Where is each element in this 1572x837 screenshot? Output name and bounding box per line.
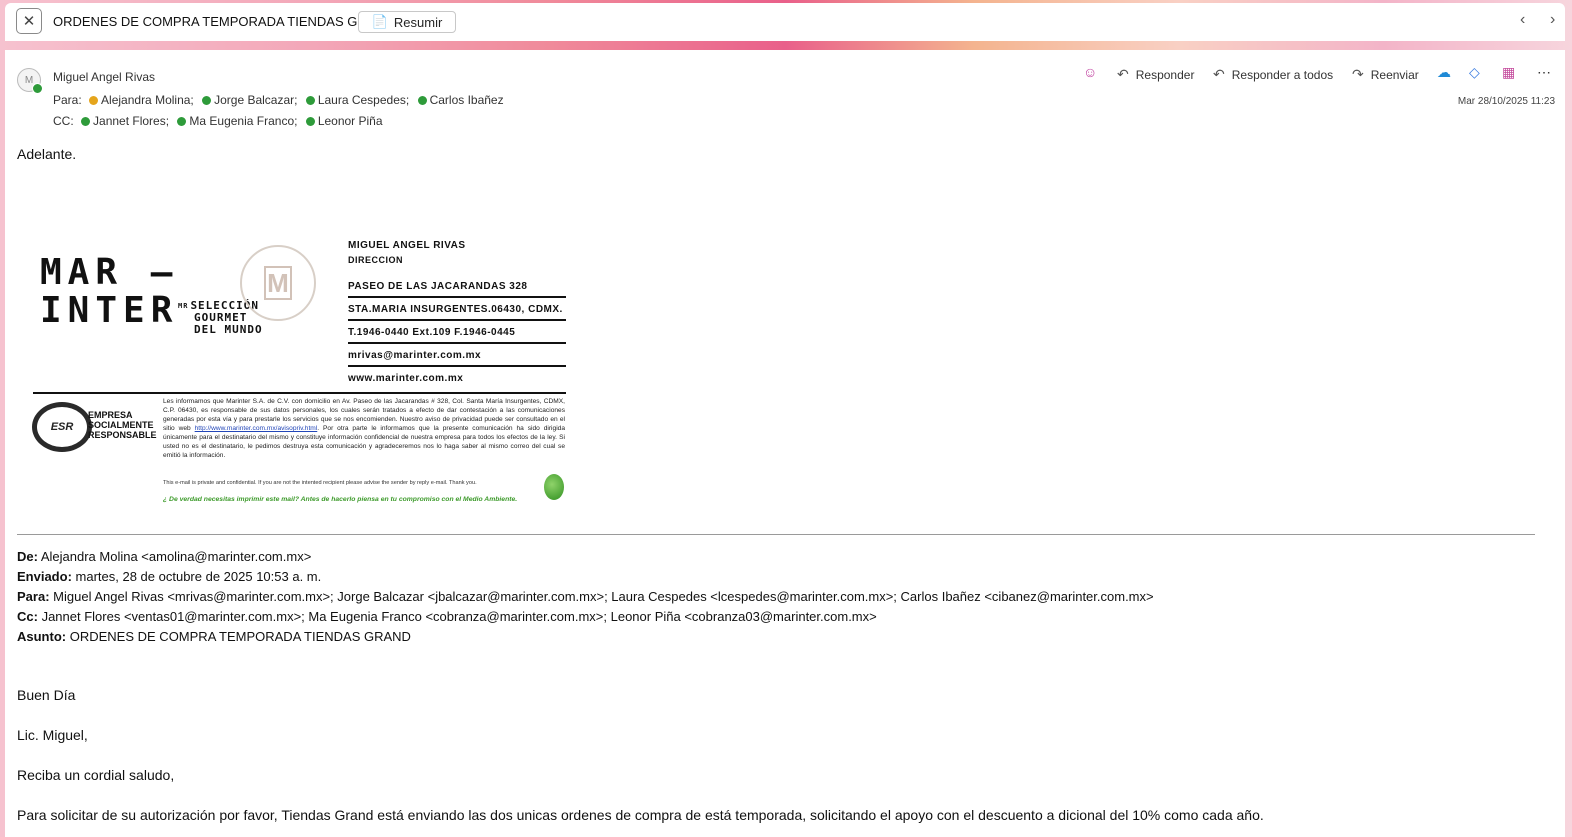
summarize-button[interactable]: 📄 Resumir [358, 11, 456, 33]
sender-name[interactable]: Miguel Angel Rivas [53, 70, 155, 84]
marinter-logo: MAR – INTER [40, 252, 179, 331]
chevron-right-icon[interactable]: › [1550, 11, 1555, 29]
forward-icon: ↷ [1352, 66, 1364, 82]
reply-all-icon: ↶ [1213, 66, 1225, 82]
signature-phone: T.1946-0440 Ext.109 F.1946-0445 [348, 327, 566, 344]
reply-all-button[interactable]: ↶ Responder a todos [1213, 66, 1333, 83]
fwd-cc: Cc: Jannet Flores <ventas01@marinter.com… [17, 609, 877, 624]
esr-label: EMPRESA SOCIALMENTE RESPONSABLE [88, 410, 157, 440]
reply-icon: ↶ [1117, 66, 1129, 82]
signature-title: DIRECCION [348, 255, 404, 265]
fwd-from: De: Alejandra Molina <amolina@marinter.c… [17, 549, 312, 564]
loop-icon[interactable]: ◇ [1469, 64, 1480, 81]
close-icon[interactable]: ✕ [16, 8, 42, 34]
cc-label: CC: [53, 114, 74, 128]
to-label: Para: [53, 93, 82, 107]
message-date: Mar 28/10/2025 11:23 [1457, 96, 1555, 107]
signature-divider [33, 392, 566, 394]
fwd-to: Para: Miguel Angel Rivas <mrivas@marinte… [17, 589, 1154, 604]
signature-name: MIGUEL ANGEL RIVAS [348, 240, 466, 251]
earth-icon [544, 474, 564, 500]
esr-badge: ESR [32, 402, 92, 452]
summarize-label: Resumir [393, 14, 443, 30]
cloud-icon[interactable]: ☁ [1437, 64, 1451, 81]
greeting: Buen Día [17, 687, 76, 703]
body-intro: Adelante. [17, 146, 77, 162]
reading-pane-titlebar: ✕ ORDENES DE COMPRA TEMPORADA TIENDAS GR… [5, 3, 1565, 41]
signature-email: mrivas@marinter.com.mx [348, 350, 566, 367]
recipient-chip[interactable]: Laura Cespedes; [305, 93, 409, 107]
recipient-chip[interactable]: Jorge Balcazar; [202, 93, 297, 107]
regards: Reciba un cordial saludo, [17, 767, 175, 783]
signature-web: www.marinter.com.mx [348, 373, 464, 384]
forward-separator [17, 534, 1535, 535]
recipient-chip[interactable]: Alejandra Molina; [89, 93, 194, 107]
to-recipients: Para: Alejandra Molina; Jorge Balcazar; … [53, 93, 509, 107]
apps-icon[interactable]: ▦ [1502, 64, 1515, 81]
forward-button[interactable]: ↷ Reenviar [1352, 66, 1419, 83]
recipient-chip[interactable]: Leonor Piña [305, 114, 383, 128]
privacy-link[interactable]: http://www.marinter.com.mx/avisopriv.htm… [195, 425, 318, 432]
reply-button[interactable]: ↶ Responder [1117, 66, 1194, 83]
reading-pane: M Miguel Angel Rivas Para: Alejandra Mol… [5, 50, 1565, 837]
emoji-reaction-icon[interactable]: ☺ [1083, 64, 1097, 80]
presence-available-icon [177, 117, 187, 126]
presence-available-icon [305, 117, 315, 126]
presence-away-icon [89, 96, 99, 105]
request-paragraph: Para solicitar de su autorización por fa… [17, 807, 1264, 823]
contact-card: MIGUEL ANGEL RIVAS DIRECCION PASEO DE LA… [348, 240, 566, 388]
presence-available-icon [81, 117, 91, 126]
presence-available-icon [417, 96, 427, 105]
window-subject: ORDENES DE COMPRA TEMPORADA TIENDAS GRAN… [53, 14, 395, 29]
presence-available-icon [305, 96, 315, 105]
recipient-chip[interactable]: Ma Eugenia Franco; [177, 114, 297, 128]
fwd-sent: Enviado: martes, 28 de octubre de 2025 1… [17, 569, 322, 584]
summarize-icon: 📄 [371, 14, 388, 29]
confidentiality-note: This e-mail is private and confidential.… [163, 480, 477, 486]
email-signature: MAR – INTER MR SELECCIÓN GOURMET DEL MUND… [30, 240, 570, 505]
salutation: Lic. Miguel, [17, 727, 88, 743]
presence-available-icon [202, 96, 212, 105]
privacy-notice: Les informamos que Marinter S.A. de C.V.… [163, 398, 565, 459]
recipient-chip[interactable]: Jannet Flores; [81, 114, 169, 128]
eco-note: ¿ De verdad necesitas imprimir este mail… [163, 496, 518, 503]
recipient-chip[interactable]: Carlos Ibañez [417, 93, 504, 107]
more-options-icon[interactable]: ⋯ [1537, 64, 1551, 81]
cc-recipients: CC: Jannet Flores; Ma Eugenia Franco; Le… [53, 114, 388, 128]
fwd-subject: Asunto: ORDENES DE COMPRA TEMPORADA TIEN… [17, 629, 411, 644]
presence-available-icon [32, 83, 43, 94]
signature-address1: PASEO DE LAS JACARANDAS 328 [348, 281, 566, 298]
chevron-left-icon[interactable]: ‹ [1520, 11, 1525, 29]
signature-address2: STA.MARIA INSURGENTES.06430, CDMX. [348, 304, 566, 321]
seal-logo: M [240, 245, 316, 321]
